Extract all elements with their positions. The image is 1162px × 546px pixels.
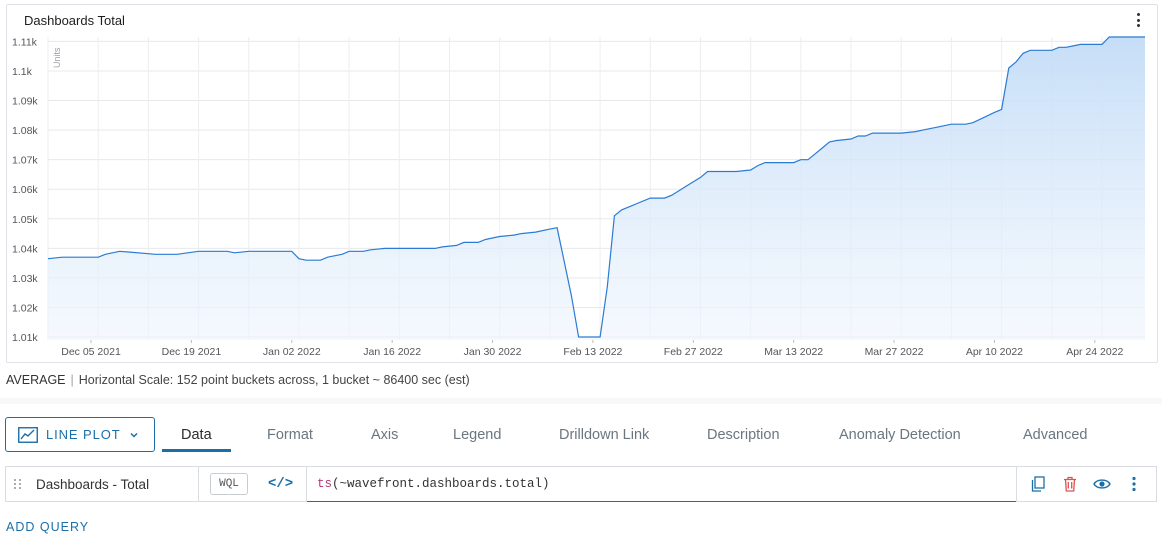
delete-icon[interactable] (1058, 467, 1082, 501)
y-tick-label: 1.01k (12, 332, 38, 344)
x-tick-label: Apr 10 2022 (966, 346, 1023, 358)
active-tab-indicator (162, 449, 231, 452)
query-input[interactable]: ts (~wavefront.dashboards.total) (307, 467, 1016, 502)
drag-handle-icon[interactable] (14, 467, 22, 501)
plot-type-label: LINE PLOT (46, 427, 121, 442)
series-area (48, 37, 1145, 340)
x-tick-label: Jan 30 2022 (464, 346, 522, 358)
y-tick-label: 1.04k (12, 243, 38, 255)
wql-badge[interactable]: WQL (210, 473, 248, 495)
y-tick-label: 1.09k (12, 96, 38, 108)
x-tick-label: Dec 05 2021 (61, 346, 121, 358)
add-query-button[interactable]: ADD QUERY (6, 520, 89, 534)
tab-axis[interactable]: Axis (371, 427, 398, 443)
y-tick-label: 1.03k (12, 273, 38, 285)
query-row-divider (198, 467, 199, 501)
y-tick-label: 1.02k (12, 302, 38, 314)
y-unit-label: Units (52, 47, 62, 68)
tab-advanced[interactable]: Advanced (1023, 427, 1088, 443)
section-divider (0, 398, 1162, 404)
y-tick-label: 1.1k (12, 66, 33, 78)
visibility-eye-icon[interactable] (1090, 467, 1114, 501)
tab-data[interactable]: Data (181, 427, 212, 443)
y-tick-label: 1.08k (12, 125, 38, 137)
x-tick-label: Apr 24 2022 (1066, 346, 1123, 358)
y-tick-label: 1.05k (12, 214, 38, 226)
x-tick-label: Feb 27 2022 (664, 346, 723, 358)
chart-plot[interactable]: 1.01k 1.02k 1.03k 1.04k 1.05k 1.06k 1.07k 1.08k… (0, 0, 1162, 362)
tab-description[interactable]: Description (707, 427, 780, 443)
chevron-down-icon (130, 432, 138, 438)
query-name[interactable]: Dashboards - Total (36, 467, 149, 501)
plot-type-dropdown[interactable]: LINE PLOT (5, 417, 155, 452)
x-tick-label: Dec 19 2021 (162, 346, 222, 358)
tab-anomaly-detection[interactable]: Anomaly Detection (839, 427, 961, 443)
x-tick-label: Jan 02 2022 (263, 346, 321, 358)
y-tick-label: 1.11k (12, 36, 38, 48)
query-row: Dashboards - Total WQL </> ts (~wavefront… (5, 466, 1157, 502)
x-tick-label: Feb 13 2022 (563, 346, 622, 358)
query-function: ts (317, 477, 333, 491)
y-tick-label: 1.07k (12, 155, 38, 167)
x-tick-label: Mar 27 2022 (865, 346, 924, 358)
query-row-divider (1016, 467, 1017, 501)
line-chart-icon (18, 426, 38, 443)
aggregation-label: AVERAGE (6, 373, 66, 387)
x-tick-label: Mar 13 2022 (764, 346, 823, 358)
horizontal-scale-text: Horizontal Scale: 152 point buckets acro… (78, 373, 470, 387)
chart-summary: AVERAGE | Horizontal Scale: 152 point buck… (6, 373, 470, 387)
query-arguments: (~wavefront.dashboards.total) (332, 477, 550, 491)
tab-legend[interactable]: Legend (453, 427, 501, 443)
y-tick-label: 1.06k (12, 184, 38, 196)
query-menu-icon[interactable] (1122, 467, 1146, 501)
copy-icon[interactable] (1026, 467, 1050, 501)
tab-format[interactable]: Format (267, 427, 313, 443)
code-toggle-icon[interactable]: </> (268, 467, 294, 501)
tab-drilldown-link[interactable]: Drilldown Link (559, 427, 649, 443)
x-tick-label: Jan 16 2022 (363, 346, 421, 358)
summary-separator: | (70, 373, 74, 387)
